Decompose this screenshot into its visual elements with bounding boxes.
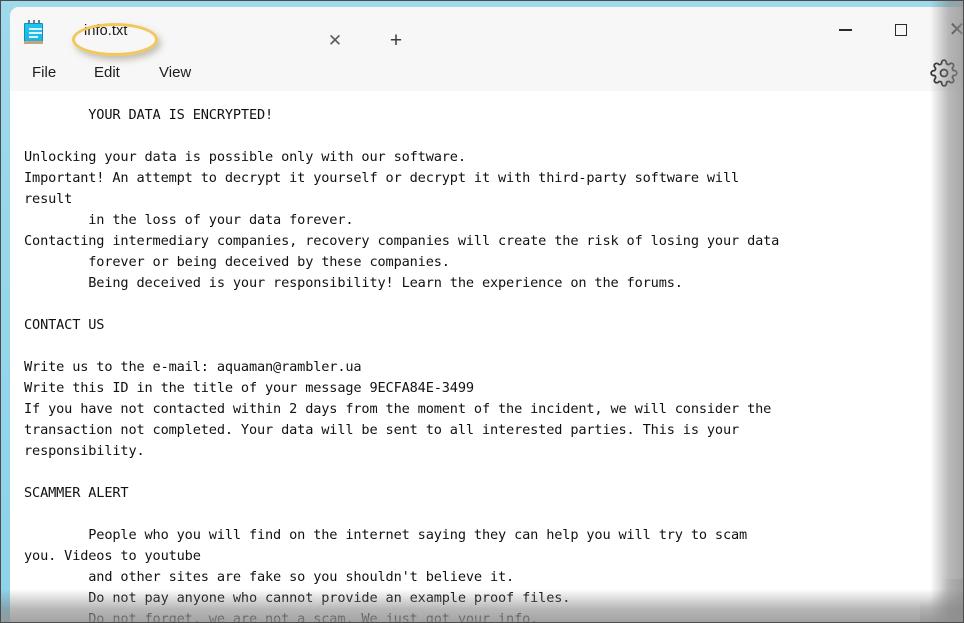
menu-item-edit[interactable]: Edit xyxy=(86,55,128,91)
close-window-button[interactable]: ✕ xyxy=(934,13,964,47)
menu-bar: File Edit View xyxy=(10,55,964,91)
minimize-button[interactable] xyxy=(822,13,868,47)
maximize-button[interactable] xyxy=(878,13,924,47)
menu-item-view[interactable]: View xyxy=(151,55,199,91)
maximize-icon xyxy=(895,24,907,37)
ransom-note-text[interactable]: YOUR DATA IS ENCRYPTED! Unlocking your d… xyxy=(24,105,964,623)
new-tab-icon[interactable]: + xyxy=(382,27,410,55)
tab-strip: info.txt ✕ + ✕ xyxy=(10,7,964,56)
menu-item-file[interactable]: File xyxy=(24,55,64,91)
notepad-icon xyxy=(23,20,45,44)
notepad-window: info.txt ✕ + ✕ File Edit View YOUR DATA … xyxy=(10,7,964,623)
close-tab-icon[interactable]: ✕ xyxy=(322,28,348,54)
minimize-icon xyxy=(838,29,852,31)
text-editor-area[interactable]: YOUR DATA IS ENCRYPTED! Unlocking your d… xyxy=(10,91,964,623)
tab-highlight-annotation xyxy=(72,23,158,56)
gear-icon[interactable] xyxy=(930,59,958,87)
screenshot-canvas: info.txt ✕ + ✕ File Edit View YOUR DATA … xyxy=(0,0,964,623)
